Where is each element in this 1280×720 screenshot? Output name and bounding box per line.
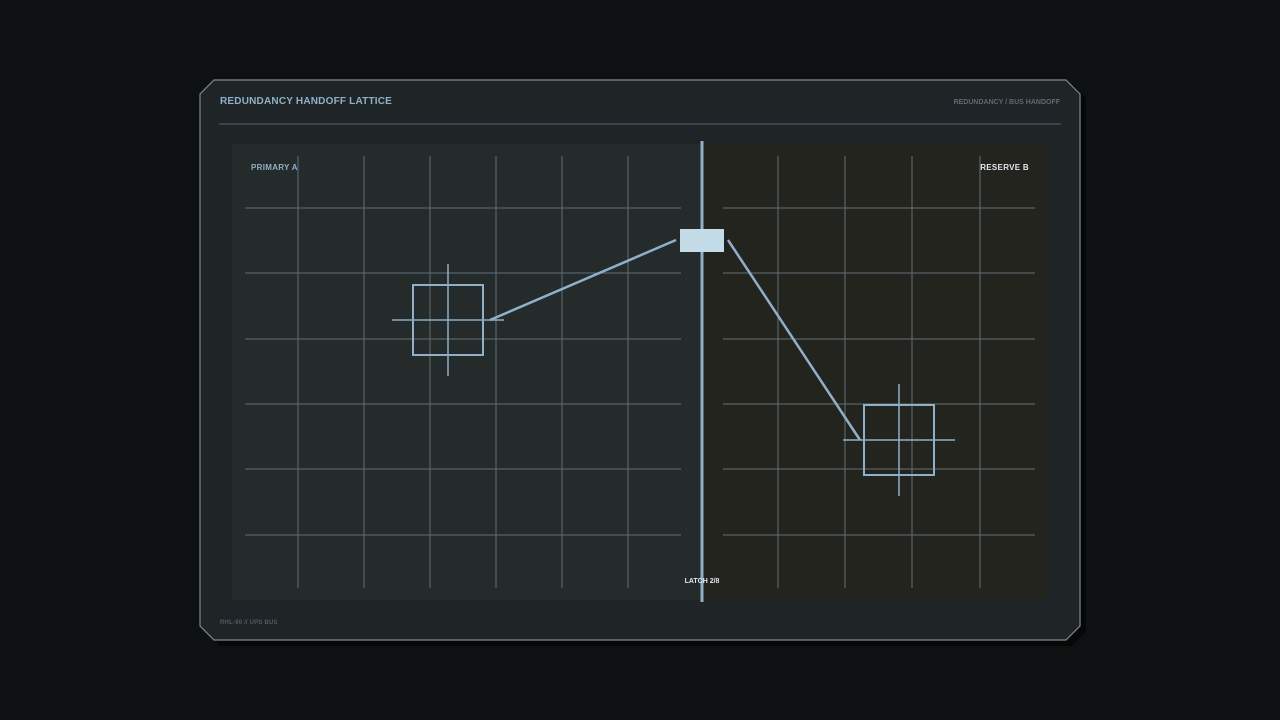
breadcrumb: REDUNDANCY / BUS HANDOFF — [953, 99, 1060, 106]
latch-readout: LATCH 2/8 — [684, 578, 720, 585]
reserve-zone-label: RESERVE B — [980, 163, 1029, 172]
primary-zone — [232, 144, 702, 600]
handoff-lattice-screen: REDUNDANCY HANDOFF LATTICE REDUNDANCY / … — [0, 0, 1280, 720]
primary-zone-label: PRIMARY A — [251, 163, 298, 172]
reserve-zone — [702, 144, 1048, 600]
footer-code: RHL-90 // UPS BUS — [220, 620, 278, 626]
lattice-diagram — [199, 79, 1086, 646]
panel-title: REDUNDANCY HANDOFF LATTICE — [220, 96, 393, 107]
latch-handle[interactable] — [680, 229, 724, 252]
